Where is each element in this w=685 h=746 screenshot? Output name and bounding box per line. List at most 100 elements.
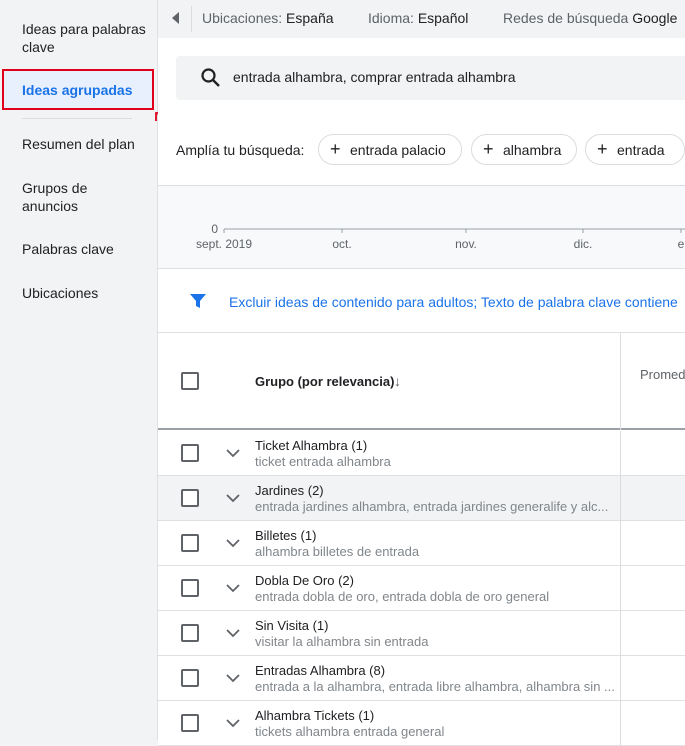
sidebar: Ideas para palabras clave Ideas agrupada…	[0, 0, 158, 740]
group-keywords: visitar la alhambra sin entrada	[255, 634, 429, 649]
sidebar-item-plan-summary[interactable]: Resumen del plan	[22, 135, 147, 153]
chip-entrada-palacio[interactable]: + entrada palacio	[318, 134, 462, 165]
x-tick-label: oct.	[332, 237, 351, 251]
group-keywords: entrada jardines alhambra, entrada jardi…	[255, 499, 609, 514]
search-panel: entrada alhambra, comprar entrada alhamb…	[158, 38, 685, 186]
plus-icon: +	[330, 139, 341, 159]
sidebar-item-label: Grupos de anuncios	[22, 180, 88, 214]
filter-icon[interactable]	[189, 292, 207, 310]
column-divider	[620, 611, 621, 656]
sidebar-item-grouped-ideas[interactable]: Ideas agrupadas	[2, 69, 154, 110]
search-input[interactable]: entrada alhambra, comprar entrada alhamb…	[176, 56, 685, 100]
chevron-down-icon[interactable]	[225, 446, 241, 460]
column-divider	[620, 431, 621, 476]
x-tick-label: sept. 2019	[196, 237, 252, 251]
group-keywords: ticket entrada alhambra	[255, 454, 391, 469]
chip-label: entrada	[617, 142, 665, 158]
table-row[interactable]: Jardines (2) entrada jardines alhambra, e…	[158, 476, 685, 521]
location-label: Ubicaciones:	[202, 10, 283, 26]
row-checkbox[interactable]	[181, 489, 199, 507]
select-all-checkbox[interactable]	[181, 372, 199, 390]
table-row[interactable]: Ticket Alhambra (1) ticket entrada alhamb…	[158, 431, 685, 476]
table-row[interactable]: Entradas Alhambra (8) entrada a la alhamb…	[158, 656, 685, 701]
table-row[interactable]: Alhambra Tickets (1) tickets alhambra ent…	[158, 701, 685, 746]
y-tick-label: 0	[211, 222, 218, 236]
active-filters-text[interactable]: Excluir ideas de contenido para adultos;…	[229, 294, 678, 310]
chevron-down-icon[interactable]	[225, 491, 241, 505]
group-name[interactable]: Billetes (1)	[255, 528, 316, 543]
x-tick-label: nov.	[455, 237, 477, 251]
chevron-down-icon[interactable]	[225, 671, 241, 685]
table-header: Grupo (por relevancia) ↓ Promed	[158, 333, 685, 430]
group-name[interactable]: Sin Visita (1)	[255, 618, 328, 633]
sidebar-divider	[22, 118, 132, 119]
column-divider	[620, 521, 621, 566]
row-checkbox[interactable]	[181, 444, 199, 462]
sidebar-item-label: Resumen del plan	[22, 136, 135, 152]
group-name[interactable]: Dobla De Oro (2)	[255, 573, 354, 588]
column-divider	[620, 333, 621, 430]
expand-search-label: Amplía tu búsqueda:	[176, 142, 305, 158]
sidebar-item-locations[interactable]: Ubicaciones	[22, 284, 147, 302]
group-name[interactable]: Entradas Alhambra (8)	[255, 663, 385, 678]
row-checkbox[interactable]	[181, 669, 199, 687]
x-tick-label: e	[678, 237, 685, 251]
column-header-average[interactable]: Promed	[640, 367, 685, 382]
column-divider	[620, 476, 621, 521]
row-checkbox[interactable]	[181, 579, 199, 597]
sidebar-item-label: Palabras clave	[22, 241, 114, 257]
filter-bar: Ubicaciones: España Idioma: Español Rede…	[158, 0, 685, 38]
table-row[interactable]: Sin Visita (1) visitar la alhambra sin en…	[158, 611, 685, 656]
group-name[interactable]: Jardines (2)	[255, 483, 324, 498]
sidebar-item-label: Ideas agrupadas	[22, 82, 133, 98]
language-value: Español	[417, 10, 469, 26]
group-keywords: alhambra billetes de entrada	[255, 544, 420, 559]
table-row[interactable]: Billetes (1) alhambra billetes de entrada	[158, 521, 685, 566]
chevron-down-icon[interactable]	[225, 716, 241, 730]
search-icon	[201, 68, 220, 87]
group-keywords: entrada dobla de oro, entrada dobla de o…	[255, 589, 550, 604]
sidebar-item-keywords[interactable]: Palabras clave	[22, 240, 147, 258]
chevron-down-icon[interactable]	[225, 581, 241, 595]
language-label: Idioma:	[368, 10, 414, 26]
network-filter[interactable]: Redes de búsqueda Google	[503, 10, 677, 26]
language-filter[interactable]: Idioma: Español	[368, 10, 468, 26]
sidebar-item-label: Ubicaciones	[22, 285, 99, 301]
group-name[interactable]: Alhambra Tickets (1)	[255, 708, 374, 723]
network-value: Google	[632, 10, 678, 26]
collapse-left-icon[interactable]	[168, 9, 182, 27]
column-divider	[620, 701, 621, 746]
trend-chart: 0 sept. 2019 oct. nov. dic. e	[158, 186, 685, 268]
row-checkbox[interactable]	[181, 624, 199, 642]
chevron-down-icon[interactable]	[225, 536, 241, 550]
chip-entrada[interactable]: + entrada	[585, 134, 685, 165]
divider	[191, 6, 192, 32]
group-keywords: tickets alhambra entrada general	[255, 724, 445, 739]
row-checkbox[interactable]	[181, 714, 199, 732]
group-name[interactable]: Ticket Alhambra (1)	[255, 438, 367, 453]
sort-arrow-down-icon[interactable]: ↓	[394, 373, 401, 389]
chevron-down-icon[interactable]	[225, 626, 241, 640]
chip-label: alhambra	[503, 142, 562, 158]
plus-icon: +	[483, 139, 494, 159]
grouped-ideas-table: Excluir ideas de contenido para adultos;…	[158, 268, 685, 746]
sidebar-item-label: Ideas para palabras clave	[22, 21, 146, 55]
search-query: entrada alhambra, comprar entrada alhamb…	[233, 69, 516, 85]
trend-chart-svg: 0 sept. 2019 oct. nov. dic. e	[196, 222, 685, 251]
sidebar-item-ad-groups[interactable]: Grupos de anuncios	[22, 179, 147, 215]
table-row[interactable]: Dobla De Oro (2) entrada dobla de oro, en…	[158, 566, 685, 611]
chip-label: entrada palacio	[350, 142, 446, 158]
filter-row[interactable]: Excluir ideas de contenido para adultos;…	[158, 269, 685, 333]
group-keywords: entrada a la alhambra, entrada libre alh…	[255, 679, 615, 694]
column-divider	[620, 566, 621, 611]
column-header-group[interactable]: Grupo (por relevancia)	[255, 374, 394, 389]
chip-alhambra[interactable]: + alhambra	[471, 134, 577, 165]
sidebar-item-keyword-ideas[interactable]: Ideas para palabras clave	[22, 20, 147, 56]
location-value: España	[286, 10, 334, 26]
location-filter[interactable]: Ubicaciones: España	[202, 10, 334, 26]
network-label: Redes de búsqueda	[503, 10, 629, 26]
plus-icon: +	[597, 139, 608, 159]
column-divider	[620, 656, 621, 701]
x-tick-label: dic.	[574, 237, 593, 251]
row-checkbox[interactable]	[181, 534, 199, 552]
